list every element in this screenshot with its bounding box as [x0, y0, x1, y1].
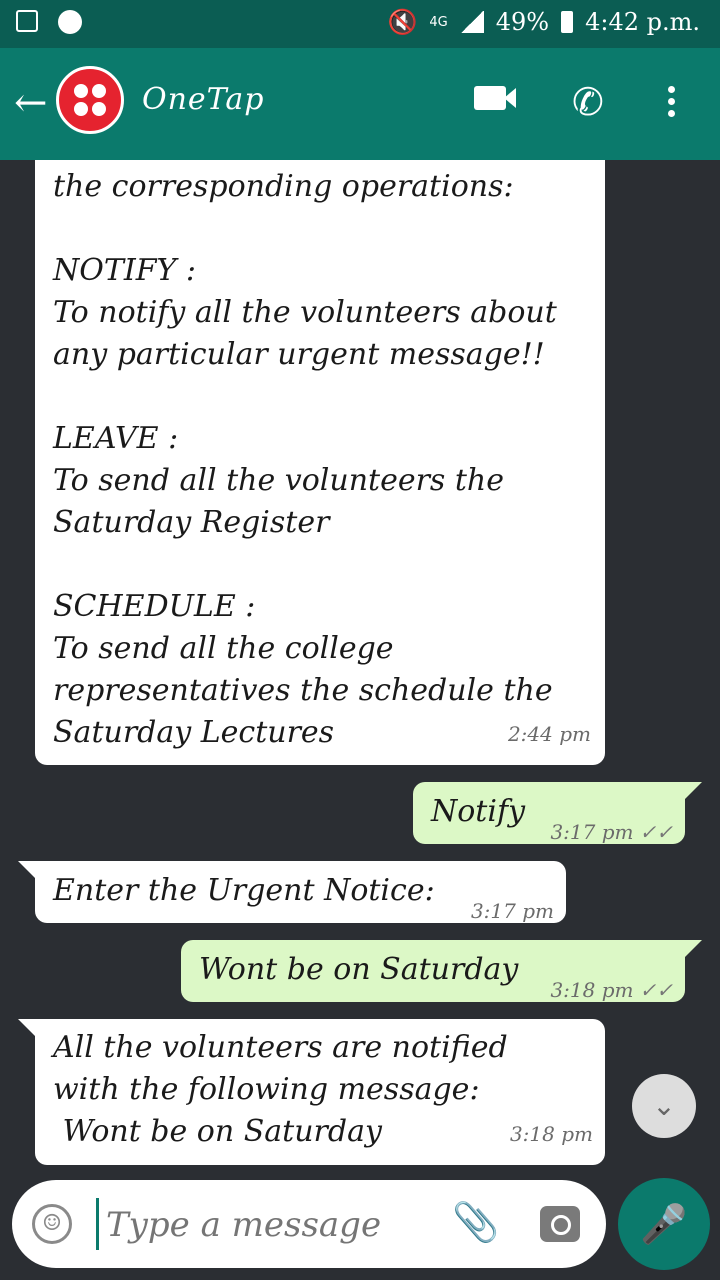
message-bubble-outgoing[interactable]: Notify 3:17 pm ✓✓ — [413, 782, 685, 844]
scroll-to-bottom-button[interactable]: ⌄ — [632, 1074, 696, 1138]
message-line — [53, 376, 587, 418]
message-bubble-incoming[interactable]: Enter the Urgent Notice: 3:17 pm — [35, 861, 566, 923]
status-time: 4:42 p.m. — [585, 8, 700, 36]
status-bar: 🔇 4G 49% 4:42 p.m. — [0, 0, 720, 48]
signal-icon — [459, 11, 484, 33]
message-time: 2:44 pm — [507, 722, 591, 746]
message-line — [53, 208, 587, 250]
more-options-icon[interactable] — [668, 86, 675, 122]
chevron-double-down-icon: ⌄ — [652, 1089, 676, 1122]
avatar[interactable] — [56, 66, 124, 134]
chat-header: ← OneTap ✆ — [0, 48, 720, 160]
network-type: 4G — [429, 14, 448, 30]
message-time: 3:17 pm — [550, 820, 634, 844]
gallery-notification-icon — [16, 10, 38, 32]
message-line: SCHEDULE : — [53, 589, 256, 624]
chat-title[interactable]: OneTap — [142, 82, 264, 117]
message-line: representatives the schedule the — [53, 673, 553, 708]
message-time: 3:18 pm — [550, 978, 634, 1002]
message-line: NOTIFY : — [53, 253, 196, 288]
message-line: any particular urgent message!! — [53, 337, 545, 372]
message-line: To notify all the volunteers about — [53, 295, 557, 330]
phone-call-icon[interactable]: ✆ — [572, 80, 604, 124]
paperclip-icon[interactable]: 📎 — [452, 1200, 499, 1245]
bubble-tail — [18, 1019, 36, 1037]
message-line: Saturday Lectures — [53, 715, 335, 750]
battery-icon — [561, 11, 574, 33]
text-cursor — [96, 1198, 99, 1250]
emoji-icon[interactable]: ☺ — [32, 1204, 72, 1244]
message-text: Enter the Urgent Notice: — [53, 873, 435, 908]
bubble-tail — [684, 940, 702, 958]
camera-icon[interactable] — [540, 1206, 580, 1242]
message-line: All the volunteers are notified — [53, 1030, 508, 1065]
mute-icon: 🔇 — [387, 8, 418, 36]
message-line: To send all the college — [53, 631, 394, 666]
video-call-icon[interactable] — [474, 86, 516, 114]
message-line: Saturday Register — [53, 505, 330, 540]
message-bubble-outgoing[interactable]: Wont be on Saturday 3:18 pm ✓✓ — [181, 940, 685, 1002]
message-line: LEAVE : — [53, 421, 179, 456]
message-bubble-incoming[interactable]: All the volunteers are notified with the… — [35, 1019, 605, 1165]
message-time: 3:18 pm — [509, 1122, 593, 1146]
microphone-icon: 🎤 — [640, 1202, 688, 1246]
message-line: the corresponding operations: — [53, 169, 514, 204]
message-line — [53, 544, 587, 586]
message-line: with the following message: — [53, 1072, 480, 1107]
message-input-bar: ☺ 📎 — [12, 1180, 606, 1268]
message-time: 3:17 pm — [470, 899, 554, 923]
double-check-icon: ✓✓ — [639, 978, 673, 1002]
double-check-icon: ✓✓ — [639, 820, 673, 844]
message-input[interactable] — [104, 1196, 438, 1254]
cloud-alert-icon — [58, 10, 82, 34]
arrow-left-icon[interactable]: ← — [14, 78, 48, 128]
bubble-tail — [684, 782, 702, 800]
bubble-tail — [18, 861, 36, 879]
message-text: Wont be on Saturday — [199, 952, 519, 987]
message-line: To send all the volunteers the — [53, 463, 504, 498]
message-bubble-incoming[interactable]: the corresponding operations: NOTIFY : T… — [35, 160, 605, 765]
microphone-button[interactable]: 🎤 — [618, 1178, 710, 1270]
message-text: Notify — [431, 794, 526, 829]
message-line: Wont be on Saturday — [53, 1114, 382, 1149]
battery-percent: 49% — [495, 8, 550, 36]
